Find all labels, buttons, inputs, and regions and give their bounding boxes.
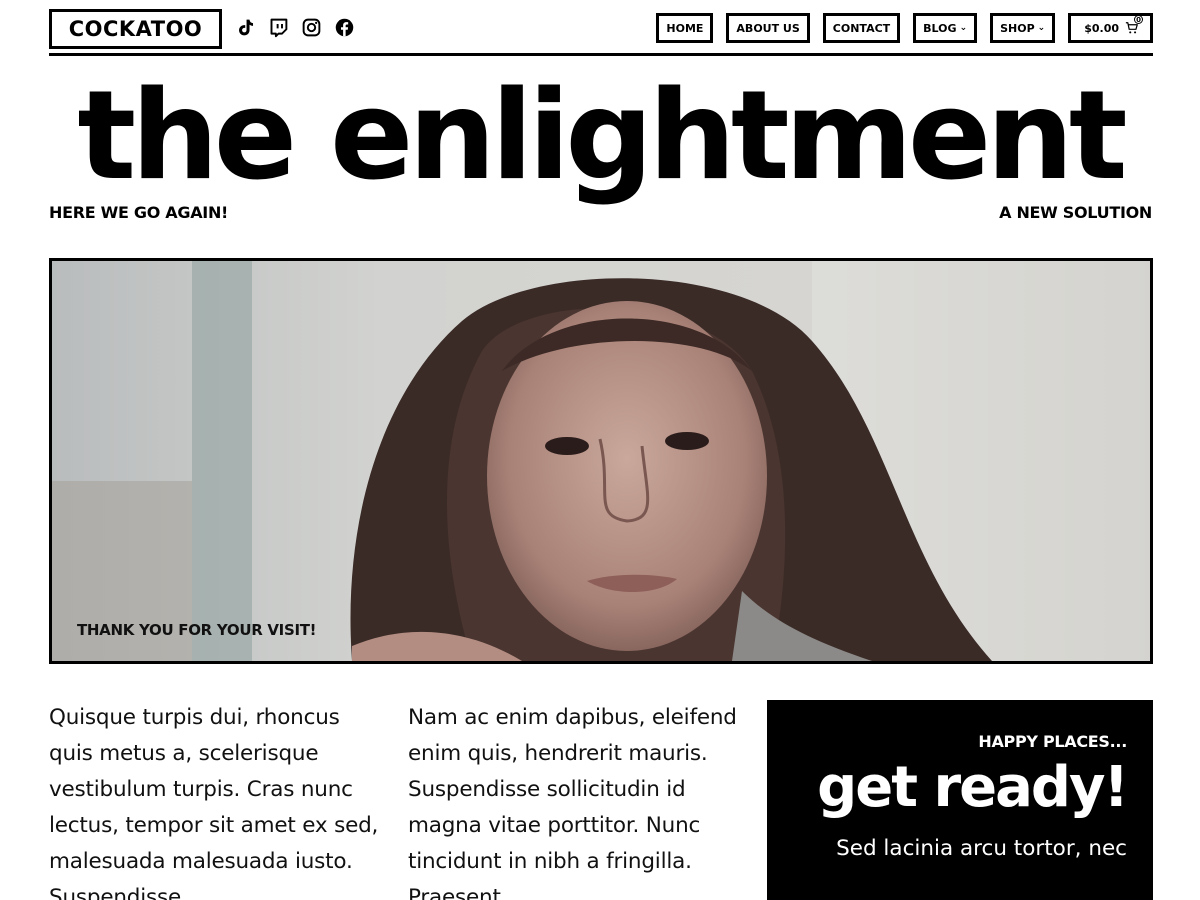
- tiktok-icon[interactable]: [234, 16, 256, 38]
- promo-body: Sed lacinia arcu tortor, nec: [836, 836, 1127, 861]
- promo-kicker: HAPPY PLACES...: [978, 732, 1127, 751]
- hero-tagline-left: HERE WE GO AGAIN!: [49, 203, 229, 222]
- cart-icon: 0: [1125, 15, 1143, 35]
- nav-contact[interactable]: CONTACT: [822, 13, 901, 43]
- hero-caption: THANK YOU FOR YOUR VISIT!: [77, 621, 317, 639]
- chevron-down-icon: ⌄: [959, 22, 968, 33]
- nav-home[interactable]: HOME: [656, 13, 714, 43]
- chevron-down-icon: ⌄: [1037, 22, 1046, 33]
- nav-about-us[interactable]: ABOUT US: [726, 13, 810, 43]
- portrait-photo: [52, 261, 1150, 661]
- hero-title: the enlightment: [77, 65, 1127, 208]
- text-column-1: Quisque turpis dui, rhoncus quis metus a…: [49, 705, 379, 900]
- nav-about-label: ABOUT US: [736, 21, 800, 35]
- nav-shop[interactable]: SHOP ⌄: [990, 13, 1056, 43]
- promo-title: get ready!: [817, 755, 1129, 820]
- nav-blog-label: BLOG: [923, 21, 957, 35]
- instagram-icon[interactable]: [300, 16, 322, 38]
- nav-contact-label: CONTACT: [832, 21, 891, 35]
- promo-box: HAPPY PLACES... get ready! Sed lacinia a…: [767, 700, 1153, 900]
- cart-button[interactable]: $0.00 0: [1068, 13, 1153, 43]
- nav-shop-label: SHOP: [1000, 21, 1035, 35]
- twitch-icon[interactable]: [267, 16, 289, 38]
- hero-image: THANK YOU FOR YOUR VISIT!: [49, 258, 1153, 664]
- hero-tagline-right: A NEW SOLUTION: [999, 203, 1152, 222]
- facebook-icon[interactable]: [333, 16, 355, 38]
- cart-count: 0: [1134, 15, 1143, 24]
- site-logo[interactable]: COCKATOO: [49, 9, 222, 49]
- cart-total: $0.00: [1084, 21, 1119, 35]
- text-column-2: Nam ac enim dapibus, eleifend enim quis,…: [408, 705, 737, 900]
- site-header: COCKATOO HOME ABOUT US CONTACT BLOG ⌄ SHO…: [49, 0, 1153, 56]
- nav-blog[interactable]: BLOG ⌄: [913, 13, 978, 43]
- nav-home-label: HOME: [666, 21, 704, 35]
- main-nav: HOME ABOUT US CONTACT BLOG ⌄ SHOP ⌄ $0.00 …: [656, 13, 1153, 43]
- social-links: [234, 16, 355, 38]
